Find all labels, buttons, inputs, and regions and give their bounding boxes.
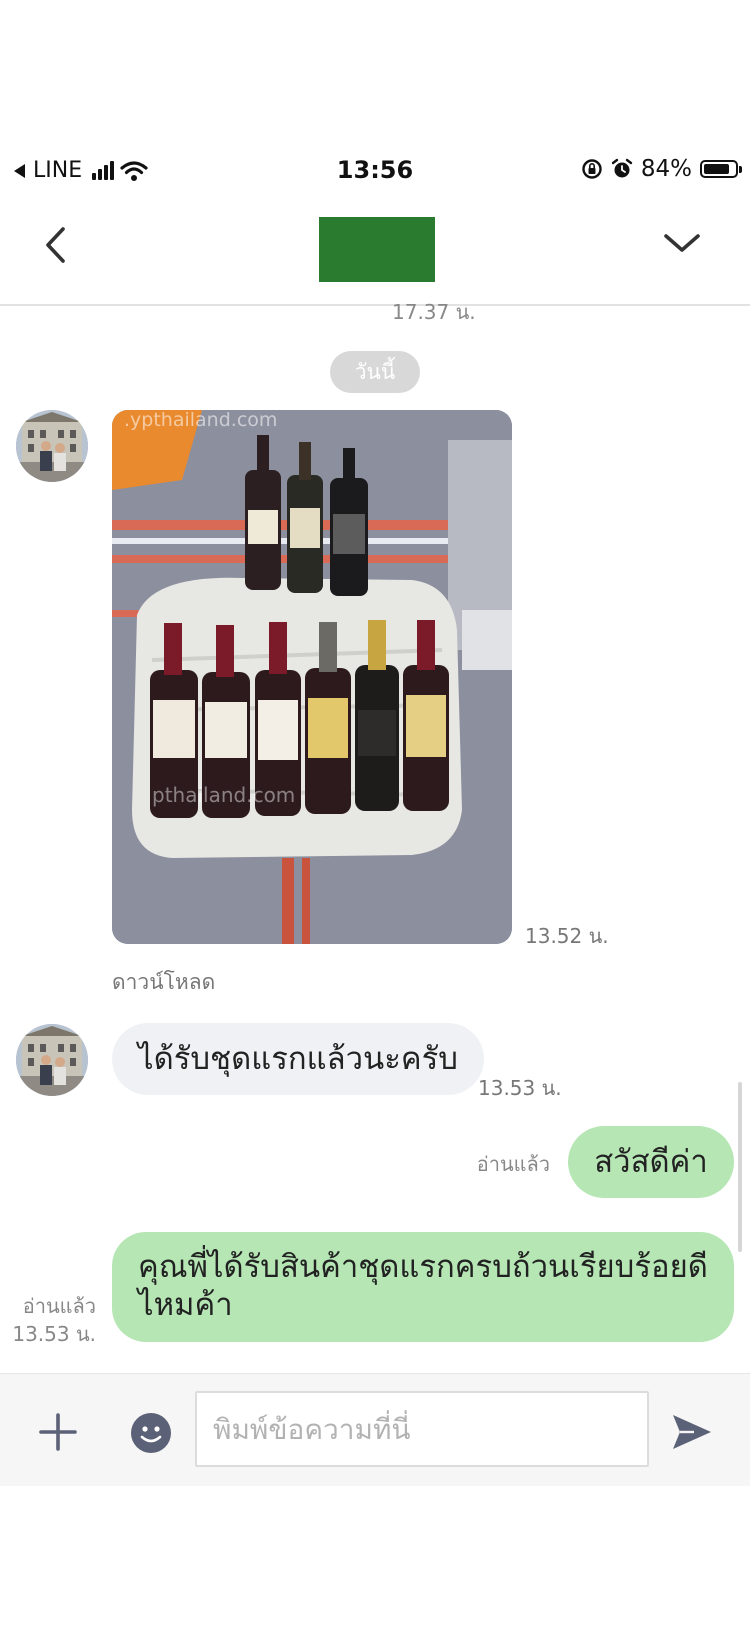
chevron-down-icon[interactable] bbox=[662, 228, 702, 258]
battery-icon bbox=[700, 160, 742, 178]
alarm-icon bbox=[611, 158, 633, 178]
avatar[interactable] bbox=[16, 410, 88, 482]
read-receipt: อ่านแล้ว bbox=[476, 1152, 550, 1176]
watermark-bottom: pthailand.com bbox=[152, 783, 295, 807]
plus-icon[interactable] bbox=[38, 1412, 78, 1452]
outgoing-message[interactable]: สวัสดีค่า bbox=[568, 1126, 734, 1198]
watermark-top: .ypthailand.com bbox=[124, 410, 277, 431]
previous-message-time: 17.37 น. bbox=[392, 300, 476, 324]
chevron-left-icon[interactable] bbox=[36, 220, 76, 270]
chat-name-redacted bbox=[319, 217, 435, 282]
message-input-bar bbox=[0, 1373, 750, 1486]
emoji-icon[interactable] bbox=[130, 1412, 172, 1454]
download-link[interactable]: ดาวน์โหลด bbox=[112, 966, 215, 999]
message-time: 13.52 น. bbox=[525, 924, 609, 948]
message-time: 13.53 น. bbox=[478, 1076, 562, 1100]
status-right: 84% bbox=[581, 156, 742, 182]
battery-percent: 84% bbox=[640, 156, 692, 182]
orientation-lock-icon bbox=[582, 159, 602, 179]
status-bar: LINE 13:56 84% bbox=[0, 150, 750, 196]
message-time: 13.53 น. bbox=[12, 1322, 96, 1346]
date-separator: วันนี้ bbox=[330, 351, 420, 393]
image-message[interactable]: .ypthailand.com pthailand.com bbox=[112, 410, 512, 944]
chat-header bbox=[0, 200, 750, 306]
incoming-message[interactable]: ได้รับชุดแรกแล้วนะครับ bbox=[112, 1023, 484, 1095]
outgoing-message[interactable]: คุณพี่ได้รับสินค้าชุดแรกครบถ้วนเรียบร้อย… bbox=[112, 1232, 734, 1342]
chat-scrollbar[interactable] bbox=[738, 1082, 742, 1252]
message-input[interactable] bbox=[195, 1391, 649, 1467]
send-icon[interactable] bbox=[670, 1412, 714, 1452]
avatar[interactable] bbox=[16, 1024, 88, 1096]
wine-bottles-top bbox=[245, 435, 368, 596]
